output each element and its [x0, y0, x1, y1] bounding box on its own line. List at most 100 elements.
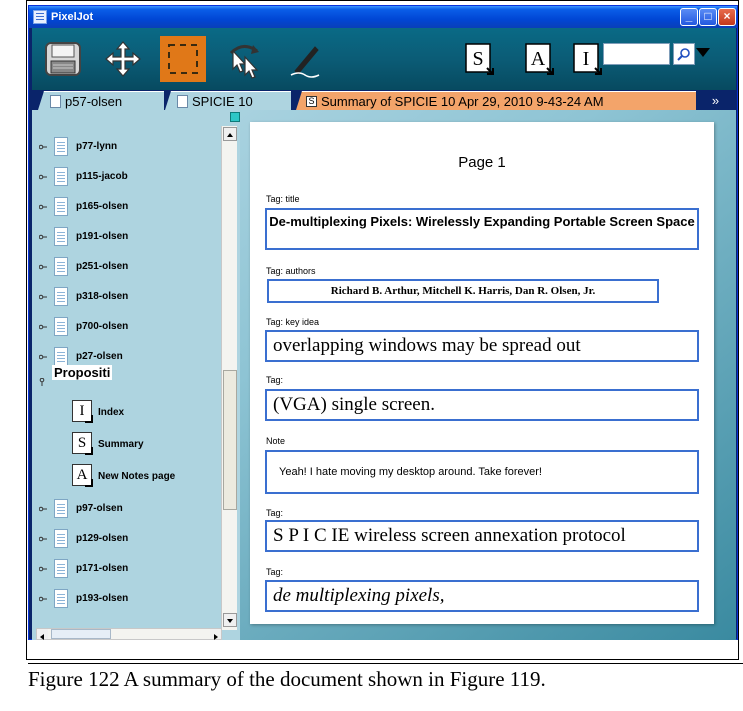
- summary-tool-button[interactable]: S: [456, 36, 502, 82]
- document-icon: [54, 227, 68, 246]
- tag-label: Tag:: [266, 508, 284, 518]
- minimize-button[interactable]: _: [680, 8, 698, 26]
- tab-label: p57-olsen: [65, 94, 123, 109]
- tab-overflow-button[interactable]: »: [697, 91, 734, 110]
- sidebar-vertical-scrollbar[interactable]: [221, 126, 237, 630]
- expand-key-icon: [39, 294, 47, 300]
- summary-s-icon: S: [465, 43, 494, 75]
- title-bar[interactable]: PixelJot _ □ ×: [29, 6, 737, 28]
- tag-label: Tag:: [266, 567, 284, 577]
- svg-text:I: I: [583, 48, 590, 70]
- document-icon: [54, 257, 68, 276]
- sidebar-collapse-handle[interactable]: [230, 112, 240, 122]
- tree-item-label: p251-olsen: [76, 261, 129, 272]
- scroll-thumb[interactable]: [223, 370, 237, 510]
- document-tree-sidebar: p77-lynn p115-jacob p165-olsen p191-olse…: [32, 110, 240, 640]
- svg-text:A: A: [531, 48, 546, 70]
- notes-tool-button[interactable]: A: [516, 36, 562, 82]
- tree-item-label: p115-jacob: [76, 171, 128, 182]
- document-icon: [54, 167, 68, 186]
- tag-label: Tag: authors: [266, 266, 316, 276]
- tab-summary-spicie-10[interactable]: S Summary of SPICIE 10 Apr 29, 2010 9-43-…: [296, 91, 696, 110]
- tag-label: Tag: key idea: [266, 317, 320, 327]
- save-icon: [45, 42, 81, 76]
- document-icon: [54, 197, 68, 216]
- scroll-up-button[interactable]: [223, 127, 237, 141]
- close-button[interactable]: ×: [718, 8, 736, 26]
- expand-key-icon: [39, 566, 47, 572]
- key-idea-field[interactable]: overlapping windows may be spread out: [265, 330, 699, 362]
- expand-key-icon: [39, 174, 47, 180]
- document-icon: [54, 347, 68, 366]
- document-icon: [177, 95, 188, 109]
- notes-a-icon: A: [72, 464, 93, 487]
- scroll-thumb[interactable]: [51, 629, 111, 639]
- summary-page: Page 1 Tag: title De-multiplexing Pixels…: [250, 122, 714, 624]
- document-icon: [54, 317, 68, 336]
- search-dropdown-arrow-icon[interactable]: [696, 48, 710, 57]
- scroll-left-button[interactable]: [37, 629, 48, 640]
- tab-spicie-10[interactable]: SPICIE 10: [165, 91, 291, 110]
- figure-caption: Figure 122 A summary of the document sho…: [28, 663, 743, 692]
- rotate-cursor-tool-button[interactable]: [222, 36, 268, 82]
- note-field[interactable]: Yeah! I hate moving my desktop around. T…: [265, 450, 699, 494]
- tab-label: Summary of SPICIE 10 Apr 29, 2010 9-43-2…: [321, 94, 604, 109]
- notes-a-icon: A: [525, 43, 554, 75]
- title-field[interactable]: De-multiplexing Pixels: Wirelessly Expan…: [265, 208, 699, 250]
- document-icon: [50, 95, 61, 109]
- tag-field[interactable]: S P I C IE wireless screen annexation pr…: [265, 520, 699, 552]
- tree-child-label: Index: [98, 407, 125, 418]
- tab-label: SPICIE 10: [192, 94, 253, 109]
- sidebar-horizontal-scrollbar[interactable]: [36, 628, 222, 640]
- expand-key-icon: [39, 204, 47, 210]
- search-button[interactable]: [673, 43, 695, 65]
- summary-s-icon: S: [306, 96, 317, 108]
- document-icon: [54, 559, 68, 578]
- scroll-right-button[interactable]: [210, 629, 221, 640]
- move-icon: [105, 41, 141, 77]
- scroll-down-arrow-icon: [227, 619, 233, 623]
- expand-key-icon: [39, 144, 47, 150]
- tag-field[interactable]: (VGA) single screen.: [265, 389, 699, 421]
- document-icon: [54, 287, 68, 306]
- window-title: PixelJot: [51, 11, 94, 23]
- expand-key-icon: [39, 264, 47, 270]
- move-tool-button[interactable]: [100, 36, 146, 82]
- scroll-down-button[interactable]: [223, 613, 237, 627]
- tree-item-label: p77-lynn: [76, 141, 118, 152]
- app-icon: [33, 10, 47, 24]
- tree-child-label: New Notes page: [98, 471, 176, 482]
- pen-tool-button[interactable]: [282, 36, 328, 82]
- tree-item-label: p27-olsen: [76, 351, 123, 362]
- index-i-icon: I: [573, 43, 602, 75]
- maximize-button[interactable]: □: [699, 8, 717, 26]
- search-icon: [677, 48, 690, 61]
- scroll-right-arrow-icon: [214, 634, 218, 640]
- save-tool-button[interactable]: [40, 36, 86, 82]
- select-region-tool-button[interactable]: [160, 36, 206, 82]
- note-label: Note: [266, 436, 286, 446]
- expand-key-icon: [39, 324, 47, 330]
- tab-p57-olsen[interactable]: p57-olsen: [38, 91, 164, 110]
- index-i-icon: I: [72, 400, 93, 423]
- main-content: p77-lynn p115-jacob p165-olsen p191-olse…: [32, 110, 736, 640]
- expand-key-icon: [39, 536, 47, 542]
- tree-item-label: p700-olsen: [76, 321, 129, 332]
- tag-label: Tag:: [266, 375, 284, 385]
- scroll-left-arrow-icon: [40, 634, 44, 640]
- tree-item-label: p318-olsen: [76, 291, 129, 302]
- summary-s-icon: S: [72, 432, 93, 455]
- select-region-icon: [168, 44, 198, 74]
- tab-bar: p57-olsen SPICIE 10 S Summary of SPICIE 1…: [32, 90, 736, 110]
- tree-item-label: p193-olsen: [76, 593, 129, 604]
- authors-field[interactable]: Richard B. Arthur, Mitchell K. Harris, D…: [267, 279, 659, 303]
- tag-field[interactable]: de multiplexing pixels,: [265, 580, 699, 612]
- tree-item-label: Propositi: [52, 365, 113, 380]
- app-window: PixelJot _ □ × S A I p57-olsen SPICIE 10…: [28, 5, 738, 640]
- search-input[interactable]: [603, 43, 670, 65]
- tree-child-label: Summary: [98, 439, 144, 450]
- document-icon: [54, 137, 68, 156]
- document-icon: [54, 589, 68, 608]
- pen-icon: [290, 46, 320, 78]
- svg-text:S: S: [472, 48, 483, 70]
